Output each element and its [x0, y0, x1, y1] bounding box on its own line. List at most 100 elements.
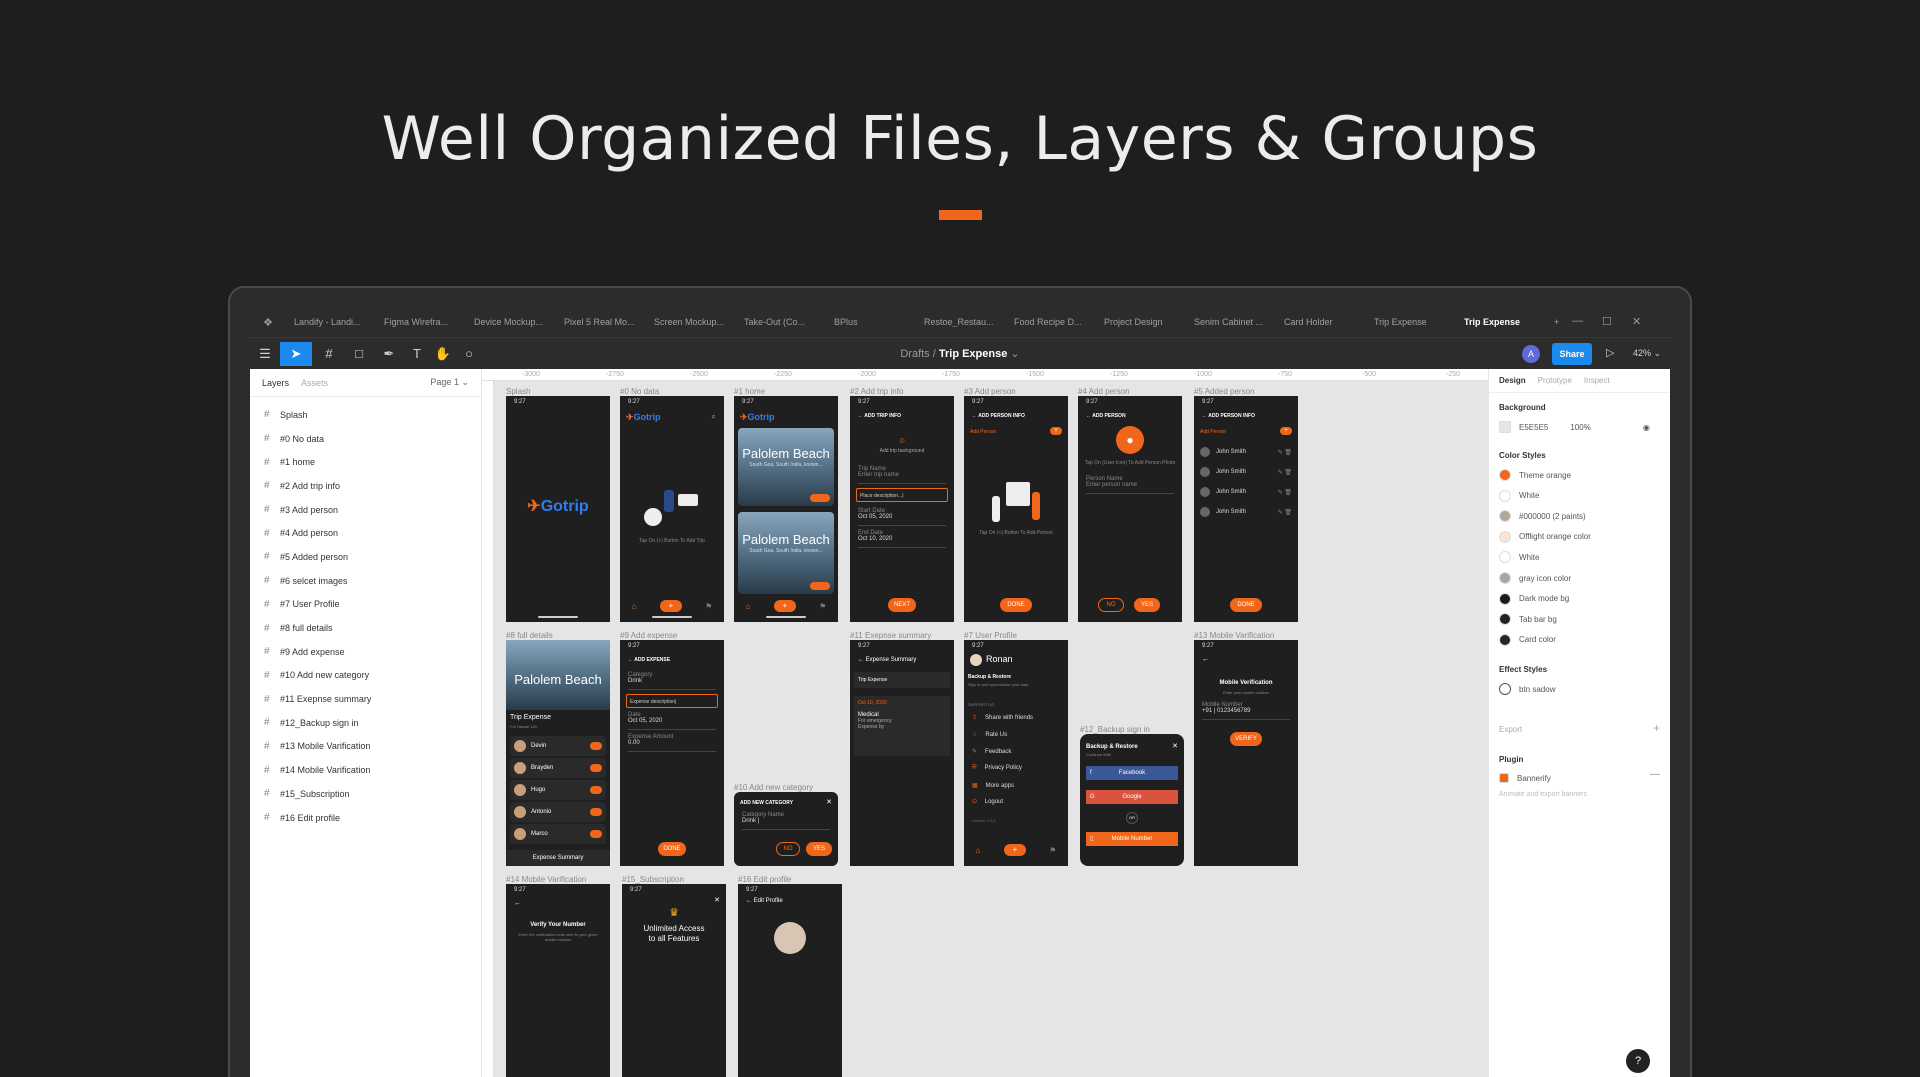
frame-label[interactable]: #16 Edit profile: [738, 875, 791, 884]
frame-edit-profile[interactable]: 9:27 ← Edit Profile: [738, 884, 842, 1077]
share-button[interactable]: Share: [1552, 343, 1592, 365]
tab-layers[interactable]: Layers: [262, 378, 289, 388]
file-tab[interactable]: Restoe_Restau...: [916, 317, 1006, 327]
file-tab[interactable]: Trip Expense: [1366, 317, 1456, 327]
avatar[interactable]: A: [1522, 345, 1540, 363]
zoom-level[interactable]: 42% ⌄: [1633, 348, 1661, 359]
frame-label[interactable]: #8 full details: [506, 631, 553, 640]
color-style-row[interactable]: Theme orange: [1499, 469, 1571, 481]
layer-item[interactable]: # #9 Add expense: [250, 640, 481, 664]
frame-add-expense[interactable]: 9:27 ← ADD EXPENSE Category Drink Expense…: [620, 640, 724, 866]
layer-item[interactable]: # #1 home: [250, 450, 481, 474]
frame-label[interactable]: #1 home: [734, 387, 765, 396]
frame-label[interactable]: #2 Add trip info: [850, 387, 903, 396]
tab-assets[interactable]: Assets: [301, 378, 328, 388]
frame-label[interactable]: #3 Add person: [964, 387, 1016, 396]
figma-logo-icon[interactable]: ❖: [250, 316, 286, 329]
file-name[interactable]: Trip Expense: [939, 348, 1007, 360]
frame-add-person-info[interactable]: 9:27 ← ADD PERSON INFO Add Person + Tap …: [964, 396, 1068, 622]
layer-item[interactable]: # #15_Subscription: [250, 782, 481, 806]
frame-full-details[interactable]: Palolem Beach Trip Expense For Hawaii 12…: [506, 640, 610, 866]
layer-item[interactable]: # #3 Add person: [250, 498, 481, 522]
layer-item[interactable]: # #12_Backup sign in: [250, 711, 481, 735]
file-tab[interactable]: Senim Cabinet ...: [1186, 317, 1276, 327]
profile-menu-item[interactable]: ✎ Feedback: [972, 748, 1011, 755]
frame-splash[interactable]: 9:27 ✈Gotrip: [506, 396, 610, 622]
maximize-icon[interactable]: ☐: [1602, 315, 1612, 328]
help-button[interactable]: ?: [1626, 1049, 1650, 1073]
frame-mobile-verification-2[interactable]: 9:27 ← Verify Your Number Enter the veri…: [506, 884, 610, 1077]
file-tab[interactable]: Landify - Landi...: [286, 317, 376, 327]
frame-label[interactable]: #14 Mobile Varification: [506, 875, 586, 884]
frame-label[interactable]: #7 User Profile: [964, 631, 1017, 640]
layer-item[interactable]: # #10 Add new category: [250, 664, 481, 688]
file-tab[interactable]: Card Holder: [1276, 317, 1366, 327]
layer-item[interactable]: # #0 No data: [250, 427, 481, 451]
layer-item[interactable]: # Splash: [250, 403, 481, 427]
color-style-row[interactable]: White: [1499, 489, 1539, 502]
frame-label[interactable]: #10 Add new category: [734, 783, 813, 792]
present-icon[interactable]: ▷: [1606, 346, 1614, 359]
layer-item[interactable]: # #4 Add person: [250, 521, 481, 545]
file-tab[interactable]: Screen Mockup...: [646, 317, 736, 327]
background-color-row[interactable]: E5E5E5 100% ◉: [1499, 421, 1650, 433]
frame-added-person[interactable]: 9:27 ← ADD PERSON INFO Add Person + John…: [1194, 396, 1298, 622]
file-tab[interactable]: Device Mockup...: [466, 317, 556, 327]
layer-item[interactable]: # #2 Add trip info: [250, 474, 481, 498]
frame-add-new-category[interactable]: ADD NEW CATEGORY ✕ Category Name Drink | …: [734, 792, 838, 866]
profile-menu-item[interactable]: ⛨ Privacy Policy: [972, 765, 1022, 772]
layer-item[interactable]: # #16 Edit profile: [250, 806, 481, 830]
frame-label[interactable]: #12_Backup sign in: [1080, 725, 1150, 734]
effect-style-row[interactable]: btn sadow: [1499, 683, 1555, 695]
layer-item[interactable]: # #5 Added person: [250, 545, 481, 569]
layer-item[interactable]: # #14 Mobile Varification: [250, 758, 481, 782]
canvas[interactable]: -3000 -2750 -2500 -2250 -2000 -1750 -1500 -1250…: [482, 369, 1488, 1077]
file-tab[interactable]: Food Recipe D...: [1006, 317, 1096, 327]
chevron-down-icon[interactable]: ⌄: [1010, 348, 1019, 360]
frame-label[interactable]: #13 Mobile Varification: [1194, 631, 1274, 640]
color-style-row[interactable]: Dark mode bg: [1499, 592, 1569, 605]
frame-label[interactable]: #15_Subscription: [622, 875, 684, 884]
file-tab[interactable]: Project Design: [1096, 317, 1186, 327]
tab-prototype[interactable]: Prototype: [1538, 376, 1572, 385]
profile-menu-item[interactable]: ▦ More apps: [972, 782, 1014, 789]
file-tab[interactable]: Pixel 5 Real Mo...: [556, 317, 646, 327]
frame-backup-sign-in[interactable]: Backup & Restore Continue With ✕ f Facebo…: [1080, 734, 1184, 866]
plugin-row[interactable]: Bannerify: [1499, 773, 1551, 783]
breadcrumb-drafts[interactable]: Drafts: [900, 348, 929, 360]
frame-label[interactable]: #11 Exepnse summary: [850, 631, 931, 640]
color-style-row[interactable]: White: [1499, 551, 1539, 564]
color-style-row[interactable]: #000000 (2 paints): [1499, 510, 1586, 523]
remove-plugin-icon[interactable]: —: [1650, 769, 1660, 780]
minimize-icon[interactable]: —: [1572, 315, 1583, 327]
frame-no-data[interactable]: 9:27 ✈Gotrip ⌕ Tap On (+) Button To Add …: [620, 396, 724, 622]
page-selector[interactable]: Page 1 ⌄: [430, 377, 469, 388]
frame-label[interactable]: #4 Add person: [1078, 387, 1130, 396]
frame-mobile-verification[interactable]: 9:27 ← Mobile Verification Enter your mo…: [1194, 640, 1298, 866]
frame-add-trip-info[interactable]: 9:27 ← ADD TRIP INFO ⌾ Add trip backgrou…: [850, 396, 954, 622]
profile-menu-item[interactable]: ☆ Rate Us: [972, 731, 1007, 738]
file-tab[interactable]: Take-Out (Co...: [736, 317, 826, 327]
frame-label[interactable]: #5 Added person: [1194, 387, 1255, 396]
layer-item[interactable]: # #7 User Profile: [250, 593, 481, 617]
color-style-row[interactable]: Offlight orange color: [1499, 530, 1591, 543]
file-tab[interactable]: BPlus: [826, 317, 916, 327]
layer-item[interactable]: # #11 Exepnse summary: [250, 687, 481, 711]
close-icon[interactable]: ✕: [1632, 315, 1641, 328]
frame-user-profile[interactable]: 9:27 Ronan Backup & Restore Sign in and …: [964, 640, 1068, 866]
layer-item[interactable]: # #13 Mobile Varification: [250, 735, 481, 759]
layer-item[interactable]: # #6 selcet images: [250, 569, 481, 593]
frame-expense-summary[interactable]: 9:27 ← Expense Summary Trip Expense Oct …: [850, 640, 954, 866]
frame-label[interactable]: #9 Add expense: [620, 631, 677, 640]
frame-label[interactable]: Splash: [506, 387, 530, 396]
tab-design[interactable]: Design: [1499, 376, 1526, 385]
layer-item[interactable]: # #8 full details: [250, 616, 481, 640]
frame-subscription[interactable]: 9:27 ✕ ♛ Unlimited Access to all Feature…: [622, 884, 726, 1077]
file-tab[interactable]: Figma Wirefra...: [376, 317, 466, 327]
color-style-row[interactable]: Tab bar bg: [1499, 613, 1557, 626]
profile-menu-item[interactable]: ⏻ Logout: [972, 799, 1003, 806]
tab-inspect[interactable]: Inspect: [1584, 376, 1610, 385]
color-style-row[interactable]: gray icon color: [1499, 572, 1571, 584]
frame-add-person[interactable]: 9:27 ← ADD PERSON ● Tap On (User Icon) T…: [1078, 396, 1182, 622]
frame-home[interactable]: 9:27 ✈Gotrip Palolem Beach South Goa, So…: [734, 396, 838, 622]
